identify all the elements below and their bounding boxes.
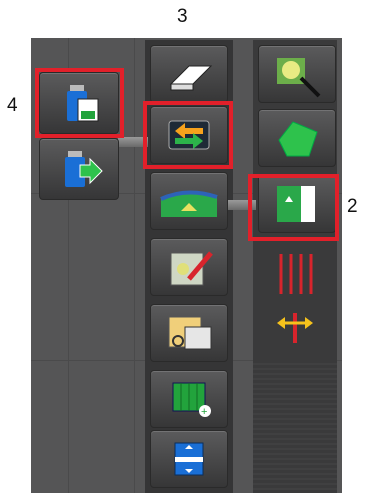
usb-export-icon [65,151,103,187]
align-button[interactable] [150,430,228,488]
guideline-icon [279,254,313,294]
shift-icon [277,313,313,343]
terrain-icon [160,190,218,217]
align-icon [174,442,204,476]
callout-4: 4 [7,95,18,116]
highlight-usb-data [35,68,124,138]
terrain-button[interactable] [150,172,228,230]
eraser-button[interactable] [150,45,228,103]
svg-text:+: + [201,406,207,418]
add-field-button[interactable]: + [150,370,228,428]
field-shape-icon [278,121,318,157]
shift-button[interactable] [258,298,336,356]
map-edit-button[interactable] [150,238,228,296]
map-photo-button[interactable] [150,304,228,362]
usb-export-button[interactable] [39,138,119,200]
sparkle-button[interactable] [258,45,336,103]
map-photo-icon [168,316,212,350]
field-shape-button[interactable] [258,109,336,167]
add-field-icon: + [172,382,211,418]
sparkle-icon [277,58,321,98]
highlight-swap [143,101,233,169]
guideline-button[interactable] [258,245,336,303]
highlight-field-boundary [248,174,339,241]
callout-3: 3 [177,6,188,27]
callout-2: 2 [347,196,358,217]
eraser-icon [169,65,213,91]
map-edit-icon [170,251,213,286]
